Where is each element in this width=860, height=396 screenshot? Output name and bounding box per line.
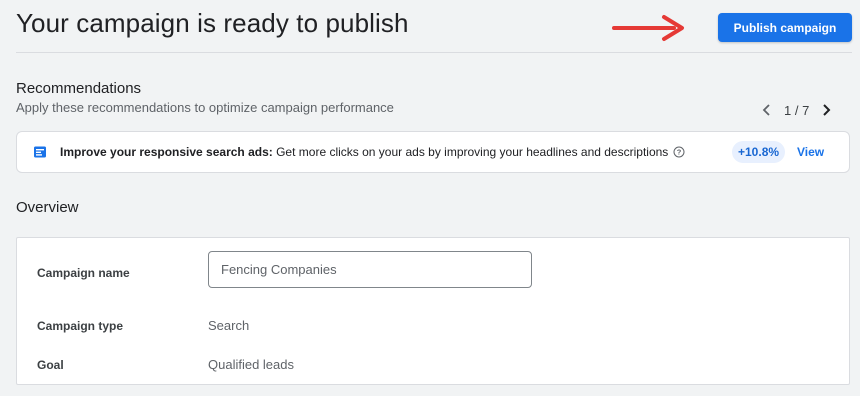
recommendation-heading: Improve your responsive search ads: [60, 145, 273, 159]
campaign-type-value: Search [208, 318, 250, 333]
help-icon[interactable]: ? [673, 146, 685, 158]
recommendation-card[interactable]: Improve your responsive search ads: Get … [16, 131, 850, 173]
overview-card: Campaign name Campaign type Search Goal … [16, 237, 850, 385]
chevron-left-icon [762, 104, 770, 116]
optimization-uplift-badge: +10.8% [732, 141, 786, 163]
goal-value: Qualified leads [208, 357, 294, 372]
campaign-type-label: Campaign type [37, 319, 124, 333]
recommendations-title: Recommendations [16, 80, 142, 97]
pager-count: 1 / 7 [784, 102, 810, 118]
campaign-name-input[interactable] [208, 251, 532, 288]
recommendations-subtitle: Apply these recommendations to optimize … [16, 100, 394, 115]
view-recommendation-link[interactable]: View [797, 145, 824, 159]
chevron-right-icon [823, 104, 831, 116]
previous-recommendation-button[interactable] [758, 100, 776, 120]
publish-campaign-button[interactable]: Publish campaign [718, 13, 852, 42]
recommendation-text: Improve your responsive search ads: Get … [60, 145, 685, 159]
goal-label: Goal [37, 358, 64, 372]
svg-text:?: ? [677, 148, 682, 157]
recommendation-description: Get more clicks on your ads by improving… [272, 145, 669, 159]
recommendations-pager: 1 / 7 [758, 100, 835, 120]
overview-title: Overview [16, 199, 79, 216]
campaign-name-label: Campaign name [37, 266, 130, 280]
ad-icon [34, 146, 46, 158]
next-recommendation-button[interactable] [817, 100, 835, 120]
campaign-publish-page: Your campaign is ready to publish Publis… [0, 0, 860, 396]
header-divider [16, 52, 852, 53]
page-title: Your campaign is ready to publish [16, 8, 409, 38]
annotation-arrow-icon [612, 15, 684, 41]
